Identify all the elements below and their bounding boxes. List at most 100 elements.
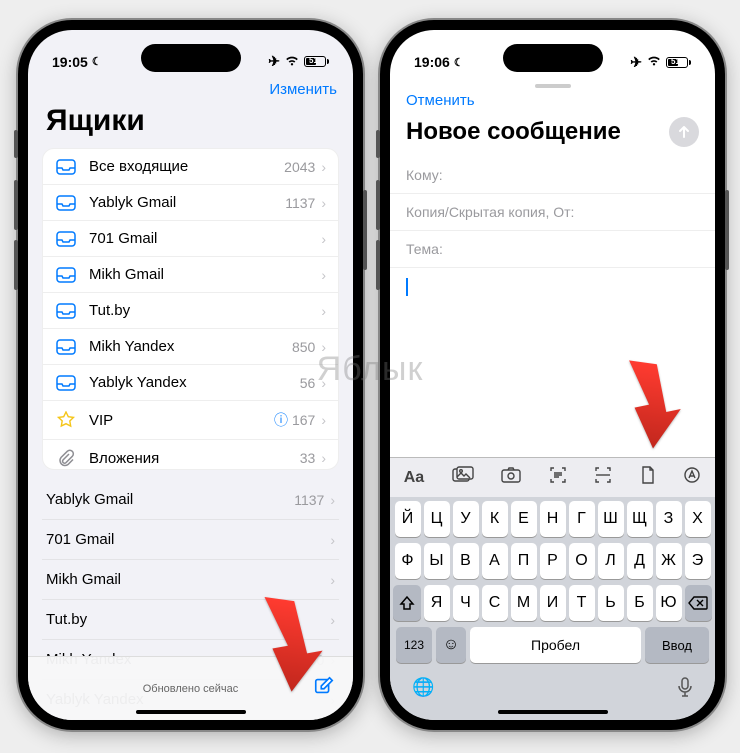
- scan-doc-icon[interactable]: [594, 466, 612, 489]
- mic-icon[interactable]: [677, 677, 693, 702]
- mailbox-row[interactable]: Вложения33›: [43, 440, 338, 470]
- account-row[interactable]: Mikh Gmail›: [42, 560, 339, 600]
- key-letter[interactable]: Б: [627, 585, 653, 621]
- compose-button[interactable]: [313, 675, 335, 702]
- key-letter[interactable]: Ы: [424, 543, 450, 579]
- key-letter[interactable]: Ь: [598, 585, 624, 621]
- subject-field[interactable]: Тема:: [390, 231, 715, 268]
- cc-field[interactable]: Копия/Скрытая копия, От:: [390, 194, 715, 231]
- key-letter[interactable]: Н: [540, 501, 566, 537]
- key-letter[interactable]: Щ: [627, 501, 653, 537]
- key-letter[interactable]: Е: [511, 501, 537, 537]
- scan-text-icon[interactable]: [549, 466, 567, 489]
- key-letter[interactable]: Р: [540, 543, 566, 579]
- key-letter[interactable]: Я: [424, 585, 450, 621]
- camera-icon[interactable]: [501, 467, 521, 488]
- mailbox-row[interactable]: Yablyk Yandex56›: [43, 365, 338, 401]
- mailbox-count: 1137: [285, 195, 315, 211]
- mailbox-row[interactable]: 701 Gmail›: [43, 221, 338, 257]
- account-row[interactable]: Yablyk Gmail1137›: [42, 480, 339, 520]
- moon-icon: ☾: [454, 56, 464, 69]
- info-icon[interactable]: ⓘ: [274, 410, 288, 430]
- cancel-button[interactable]: Отменить: [406, 92, 475, 109]
- mailbox-count: 167: [292, 412, 315, 428]
- mailbox-label: Вложения: [89, 450, 300, 467]
- key-letter[interactable]: З: [656, 501, 682, 537]
- mailbox-label: 701 Gmail: [89, 230, 315, 247]
- key-letter[interactable]: Ч: [453, 585, 479, 621]
- key-space[interactable]: Пробел: [470, 627, 641, 663]
- key-letter[interactable]: Т: [569, 585, 595, 621]
- photo-library-icon[interactable]: [452, 466, 474, 489]
- account-count: 1137: [294, 492, 324, 508]
- mailbox-row[interactable]: Tut.by›: [43, 293, 338, 329]
- key-letter[interactable]: К: [482, 501, 508, 537]
- airplane-icon: ✈: [268, 53, 280, 70]
- moon-icon: ☾: [92, 55, 102, 68]
- key-enter[interactable]: Ввод: [645, 627, 709, 663]
- account-label: Mikh Gmail: [46, 571, 324, 588]
- mailbox-label: Mikh Gmail: [89, 266, 315, 283]
- key-backspace[interactable]: [685, 585, 713, 621]
- mailbox-list: Все входящие2043›Yablyk Gmail1137›701 Gm…: [42, 148, 339, 470]
- mailbox-row[interactable]: Yablyk Gmail1137›: [43, 185, 338, 221]
- body-field[interactable]: [390, 268, 715, 306]
- inbox-icon: [55, 159, 77, 175]
- account-row[interactable]: 701 Gmail›: [42, 520, 339, 560]
- nav-bar: Изменить: [28, 77, 353, 98]
- to-field[interactable]: Кому:: [390, 157, 715, 194]
- phone-frame-right: 19:06☾ ✈ 51 Отменить Новое сообщени: [380, 20, 725, 730]
- dynamic-island: [141, 44, 241, 72]
- key-letter[interactable]: А: [482, 543, 508, 579]
- markup-icon[interactable]: [683, 466, 701, 489]
- key-letter[interactable]: П: [511, 543, 537, 579]
- mailbox-row[interactable]: VIPⓘ167›: [43, 401, 338, 440]
- mailbox-row[interactable]: Mikh Gmail›: [43, 257, 338, 293]
- dynamic-island: [503, 44, 603, 72]
- keyboard: Aa ЙЦУКЕНГШЩЗХ ФЫВАПРОЛДЖЭ ЯЧСМИТЬБЮ 123…: [390, 457, 715, 720]
- mailbox-label: Mikh Yandex: [89, 338, 292, 355]
- star-icon: [55, 411, 77, 429]
- inbox-icon: [55, 267, 77, 283]
- key-letter[interactable]: Ю: [656, 585, 682, 621]
- key-shift[interactable]: [393, 585, 421, 621]
- edit-button[interactable]: Изменить: [269, 81, 337, 98]
- key-letter[interactable]: Х: [685, 501, 711, 537]
- key-letter[interactable]: Ф: [395, 543, 421, 579]
- account-label: Yablyk Gmail: [46, 491, 294, 508]
- key-letter[interactable]: И: [540, 585, 566, 621]
- mailbox-row[interactable]: Mikh Yandex850›: [43, 329, 338, 365]
- format-aa-icon[interactable]: Aa: [404, 469, 424, 487]
- home-indicator[interactable]: [498, 710, 608, 714]
- key-letter[interactable]: М: [511, 585, 537, 621]
- key-letter[interactable]: Д: [627, 543, 653, 579]
- account-label: 701 Gmail: [46, 531, 324, 548]
- mailbox-count: 850: [292, 339, 315, 355]
- battery-icon: 51: [304, 56, 329, 67]
- account-row[interactable]: Tut.by›: [42, 600, 339, 640]
- key-letter[interactable]: У: [453, 501, 479, 537]
- key-letter[interactable]: Ш: [598, 501, 624, 537]
- key-emoji[interactable]: ☺: [436, 627, 466, 663]
- wifi-icon: [646, 54, 662, 70]
- inbox-icon: [55, 375, 77, 391]
- key-letter[interactable]: Э: [685, 543, 711, 579]
- home-indicator[interactable]: [136, 710, 246, 714]
- airplane-icon: ✈: [630, 54, 642, 71]
- key-123[interactable]: 123: [396, 627, 432, 663]
- mailbox-label: Yablyk Yandex: [89, 374, 300, 391]
- send-button[interactable]: [669, 117, 699, 147]
- key-letter[interactable]: С: [482, 585, 508, 621]
- key-letter[interactable]: Ж: [656, 543, 682, 579]
- key-letter[interactable]: Ц: [424, 501, 450, 537]
- attach-file-icon[interactable]: [640, 465, 656, 490]
- key-letter[interactable]: Л: [598, 543, 624, 579]
- mailbox-label: VIP: [89, 412, 274, 429]
- key-letter[interactable]: О: [569, 543, 595, 579]
- key-letter[interactable]: Г: [569, 501, 595, 537]
- phone-frame-left: 19:05☾ ✈ 51 Изменить Ящики Все входящие2…: [18, 20, 363, 730]
- mailbox-row[interactable]: Все входящие2043›: [43, 149, 338, 185]
- globe-icon[interactable]: 🌐: [412, 677, 434, 702]
- key-letter[interactable]: Й: [395, 501, 421, 537]
- key-letter[interactable]: В: [453, 543, 479, 579]
